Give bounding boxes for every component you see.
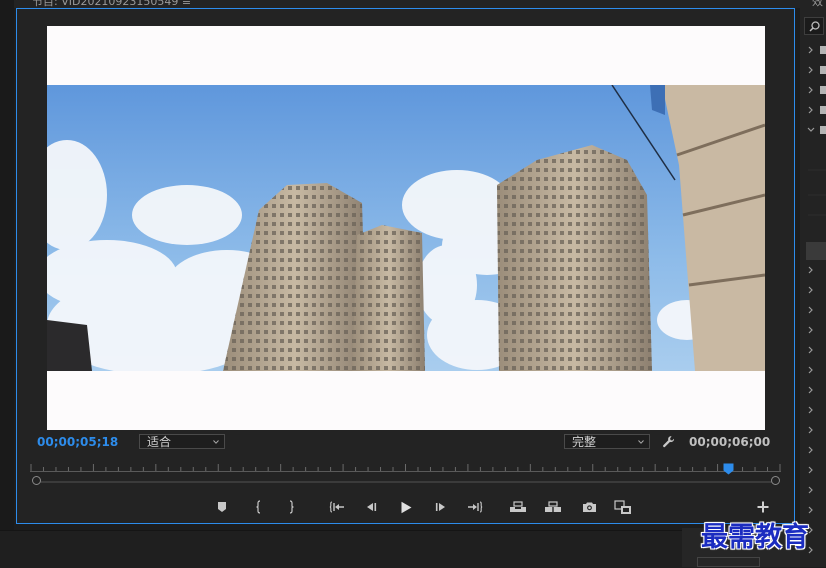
chevron-down-icon [638, 440, 644, 444]
wrench-icon[interactable] [662, 435, 676, 449]
duration-timecode: 00;00;06;00 [689, 435, 771, 449]
chevron-right-icon[interactable] [808, 106, 813, 114]
scrollbar-left-handle[interactable] [32, 476, 41, 485]
extract-icon [545, 501, 561, 512]
comparison-icon [614, 499, 631, 514]
playback-resolution-value: 完整 [572, 435, 597, 449]
chevron-right-icon[interactable] [808, 346, 813, 354]
timeline-control-box[interactable] [697, 557, 760, 567]
scrollbar-track [39, 481, 775, 483]
go-to-out-icon [468, 501, 483, 513]
time-ruler[interactable] [30, 462, 781, 472]
folder-icon [820, 126, 826, 134]
folder-icon [820, 46, 826, 54]
playhead-marker[interactable] [723, 463, 734, 475]
zoom-scrollbar[interactable] [32, 476, 780, 488]
chevron-right-icon[interactable] [808, 426, 813, 434]
camera-icon [582, 502, 596, 512]
chevron-right-icon[interactable] [808, 46, 813, 54]
bracket-right-icon [289, 500, 294, 514]
plus-icon [757, 501, 769, 513]
folder-icon [820, 106, 826, 114]
play-button[interactable] [396, 498, 416, 516]
step-forward-button[interactable] [431, 498, 451, 516]
timeline-panel [0, 530, 800, 568]
mark-in-button[interactable] [249, 498, 269, 516]
scrollbar-right-handle[interactable] [771, 476, 780, 485]
step-forward-icon [435, 503, 445, 511]
export-frame-button[interactable] [579, 498, 599, 516]
play-icon [401, 501, 412, 513]
go-to-in-icon [329, 501, 344, 513]
chevron-right-icon[interactable] [808, 86, 813, 94]
playback-resolution-select[interactable]: 完整 [564, 434, 650, 449]
lift-icon [510, 501, 526, 512]
watermark-text: 最需教育 [701, 522, 809, 553]
button-editor-button[interactable] [753, 498, 773, 516]
chevron-right-icon[interactable] [808, 406, 813, 414]
current-timecode[interactable]: 00;00;05;18 [37, 435, 118, 449]
go-to-out-button[interactable] [465, 498, 485, 516]
bracket-left-icon [256, 500, 261, 514]
video-frame [47, 85, 765, 371]
effects-tree-chevrons[interactable] [800, 0, 826, 567]
chevron-right-icon[interactable] [808, 446, 813, 454]
zoom-level-select[interactable]: 适合 [139, 434, 225, 449]
chevron-right-icon[interactable] [808, 266, 813, 274]
mark-out-button[interactable] [281, 498, 301, 516]
step-back-icon [367, 503, 377, 511]
chevron-right-icon[interactable] [808, 366, 813, 374]
step-back-button[interactable] [361, 498, 381, 516]
folder-icon [820, 86, 826, 94]
left-panel-edge [0, 0, 14, 530]
chevron-right-icon[interactable] [808, 486, 813, 494]
chevron-right-icon[interactable] [808, 466, 813, 474]
extract-button[interactable] [543, 498, 563, 516]
add-marker-button[interactable] [212, 498, 232, 516]
chevron-right-icon[interactable] [808, 546, 813, 554]
chevron-down-icon [213, 440, 219, 444]
chevron-down-icon[interactable] [807, 127, 815, 132]
marker-icon [218, 502, 226, 512]
chevron-right-icon[interactable] [808, 66, 813, 74]
go-to-in-button[interactable] [327, 498, 347, 516]
chevron-right-icon[interactable] [808, 526, 813, 534]
zoom-level-value: 适合 [147, 435, 172, 449]
chevron-right-icon[interactable] [808, 386, 813, 394]
chevron-right-icon[interactable] [808, 306, 813, 314]
chevron-right-icon[interactable] [808, 506, 813, 514]
chevron-right-icon[interactable] [808, 286, 813, 294]
compare-view-button[interactable] [613, 498, 633, 516]
folder-icon [820, 66, 826, 74]
video-frame-image [47, 85, 765, 371]
program-monitor-viewer[interactable] [47, 26, 765, 430]
lift-button[interactable] [508, 498, 528, 516]
chevron-right-icon[interactable] [808, 326, 813, 334]
